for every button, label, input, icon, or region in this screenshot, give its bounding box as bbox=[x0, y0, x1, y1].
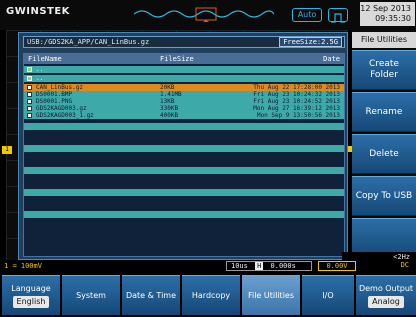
file-size: 400KB bbox=[160, 112, 179, 119]
empty-row bbox=[24, 189, 344, 196]
file-date: Mon Aug 27 16:39:12 2013 bbox=[253, 105, 340, 112]
file-list-header: FileName FileSize Date bbox=[24, 54, 344, 64]
file-list: FileName FileSize Date .... CAN_LinBus.gz… bbox=[23, 53, 345, 257]
file-size: 20KB bbox=[160, 84, 175, 91]
ch1-scale: 1 = 100mV bbox=[4, 260, 42, 272]
folder-row[interactable]: .. bbox=[24, 75, 344, 82]
file-name: .. bbox=[36, 66, 44, 73]
file-name: CAN_LinBus.gz bbox=[36, 84, 83, 91]
file-icon bbox=[27, 113, 32, 118]
file-browser-dialog: USB:/GDS2KA_APP/CAN_LinBus.gz FreeSize:2… bbox=[18, 32, 348, 260]
pulse-trigger-icon[interactable] bbox=[328, 8, 348, 23]
brand-logo: GWINSTEK bbox=[6, 6, 70, 17]
ch1-icon: 1 bbox=[4, 262, 9, 270]
file-date: Fri Aug 23 10:24:52 2013 bbox=[253, 98, 340, 105]
bottom-menu: Language English System Date & Time Hard… bbox=[0, 272, 416, 317]
demo-value: Analog bbox=[368, 295, 404, 308]
language-value: English bbox=[12, 295, 50, 308]
file-date: Mon Sep 9 13:50:56 2013 bbox=[256, 112, 340, 119]
create-folder-button[interactable]: Create Folder bbox=[352, 50, 416, 90]
file-name: DS0001.BMP bbox=[36, 91, 73, 98]
h-position: 0.000s bbox=[270, 262, 296, 270]
date-text: 12 Sep 2013 bbox=[360, 4, 411, 13]
column-filesize: FileSize bbox=[160, 55, 194, 63]
ch1-coupling-icon: = bbox=[12, 262, 17, 270]
language-button[interactable]: Language English bbox=[2, 275, 60, 315]
empty-row bbox=[24, 156, 344, 163]
path-bar: USB:/GDS2KA_APP/CAN_LinBus.gz FreeSize:2… bbox=[23, 36, 345, 48]
file-date: Fri Aug 23 10:24:32 2013 bbox=[253, 91, 340, 98]
demo-output-button[interactable]: Demo Output Analog bbox=[356, 275, 416, 315]
folder-icon bbox=[27, 67, 32, 72]
column-date: Date bbox=[323, 55, 340, 63]
file-icon bbox=[27, 85, 32, 90]
folder-icon bbox=[27, 76, 32, 81]
hardcopy-button[interactable]: Hardcopy bbox=[182, 275, 240, 315]
file-utilities-button[interactable]: File Utilities bbox=[242, 275, 300, 315]
current-path: USB:/GDS2KA_APP/CAN_LinBus.gz bbox=[27, 38, 150, 46]
timebase-value: 10us bbox=[231, 262, 248, 270]
file-name: GDS2KAGD003_1.gz bbox=[36, 112, 94, 119]
column-filename: FileName bbox=[28, 55, 62, 63]
file-icon bbox=[27, 106, 32, 111]
coupling-box: DC bbox=[360, 261, 412, 271]
file-date: Thu Aug 22 17:28:00 2013 bbox=[253, 84, 340, 91]
free-size-badge: FreeSize:2.5G bbox=[279, 37, 342, 47]
file-name: DS0001.PNG bbox=[36, 98, 73, 105]
file-name: GDS2KAGD003.gz bbox=[36, 105, 87, 112]
file-row[interactable]: GDS2KAGD003.gz 330KB Mon Aug 27 16:39:12 2… bbox=[24, 105, 344, 112]
io-button[interactable]: I/O bbox=[302, 275, 354, 315]
date-time-button[interactable]: Date & Time bbox=[122, 275, 180, 315]
file-size: 13KB bbox=[160, 98, 175, 105]
empty-row bbox=[24, 211, 344, 218]
file-icon bbox=[27, 99, 32, 104]
file-row[interactable]: DS0001.PNG 13KB Fri Aug 23 10:24:52 2013 bbox=[24, 98, 344, 105]
ch1-scale-value: 100mV bbox=[20, 262, 42, 270]
empty-row bbox=[24, 134, 344, 141]
system-button[interactable]: System bbox=[62, 275, 120, 315]
date-time-display: 12 Sep 2013 09:35:30 bbox=[360, 2, 415, 26]
coupling-value: DC bbox=[400, 261, 409, 269]
empty-row bbox=[24, 178, 344, 185]
file-row[interactable]: GDS2KAGD003_1.gz 400KB Mon Sep 9 13:50:56 … bbox=[24, 112, 344, 119]
side-menu: File Utilities Create Folder Rename Dele… bbox=[352, 30, 416, 260]
status-bar: 1 = 100mV 10us H 0.000s 0.00V DC bbox=[0, 260, 416, 272]
empty-row bbox=[24, 167, 344, 174]
file-name: .. bbox=[36, 75, 44, 82]
empty-row bbox=[24, 145, 344, 152]
file-size: 330KB bbox=[160, 105, 179, 112]
copy-to-usb-button[interactable]: Copy To USB bbox=[352, 176, 416, 216]
h-label: H bbox=[255, 262, 264, 270]
empty-row bbox=[24, 200, 344, 207]
top-bar: GWINSTEK Auto 12 Sep 2013 09:35:30 bbox=[0, 0, 416, 30]
auto-trigger-button[interactable]: Auto bbox=[292, 8, 322, 22]
timebase-box: 10us H 0.000s bbox=[226, 261, 312, 271]
file-row[interactable]: CAN_LinBus.gz 20KB Thu Aug 22 17:28:00 201… bbox=[24, 84, 344, 91]
file-icon bbox=[27, 92, 32, 97]
file-row[interactable]: DS0001.BMP 1.41MB Fri Aug 23 10:24:32 2013 bbox=[24, 91, 344, 98]
empty-row bbox=[24, 123, 344, 130]
folder-row[interactable]: .. bbox=[24, 66, 344, 73]
file-size: 1.41MB bbox=[160, 91, 182, 98]
time-text: 09:35:30 bbox=[375, 14, 411, 23]
waveform-overview-icon bbox=[134, 7, 274, 22]
delete-button[interactable]: Delete bbox=[352, 134, 416, 174]
demo-label: Demo Output bbox=[358, 283, 414, 293]
ch1-ground-marker: 1 bbox=[2, 146, 12, 154]
language-label: Language bbox=[11, 283, 51, 293]
file-rows: .... CAN_LinBus.gz 20KB Thu Aug 22 17:28:00… bbox=[24, 66, 344, 220]
trigger-level: 0.00V bbox=[326, 262, 348, 270]
trigger-box: 0.00V bbox=[318, 261, 356, 271]
side-menu-title: File Utilities bbox=[352, 32, 416, 48]
rename-button[interactable]: Rename bbox=[352, 92, 416, 132]
